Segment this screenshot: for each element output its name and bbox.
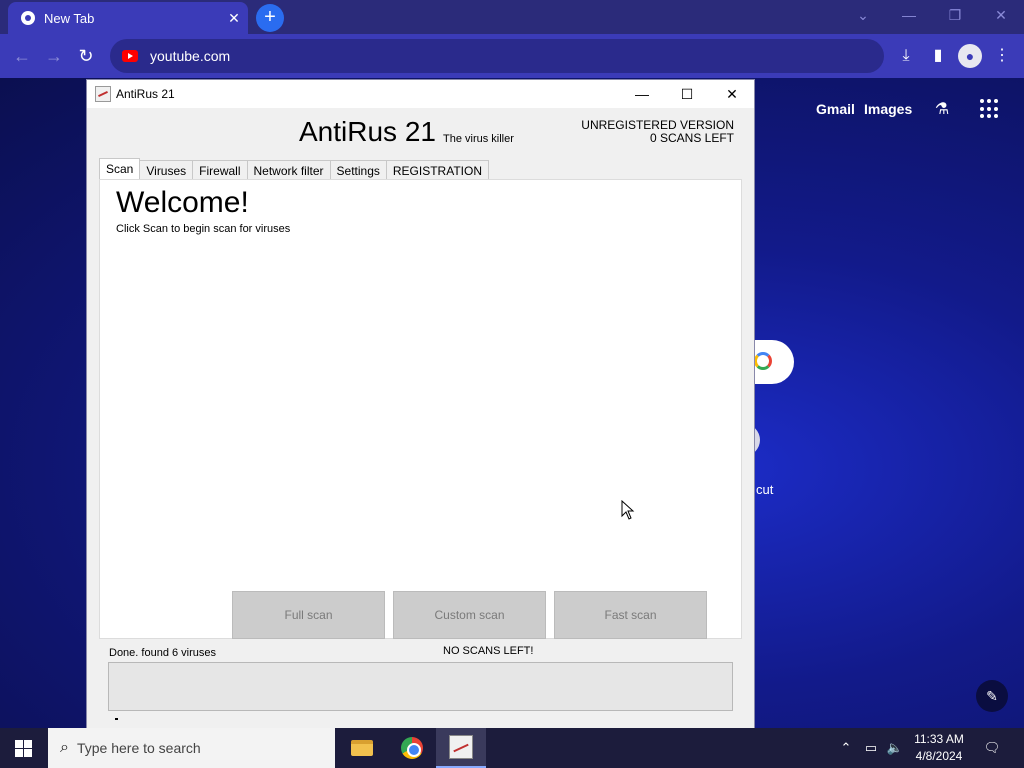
- app-tab-strip: Scan Viruses Firewall Network filter Set…: [99, 158, 489, 180]
- clock-date: 4/8/2024: [915, 749, 963, 763]
- antirus-window-title: AntiRus 21: [116, 87, 175, 101]
- tab-scan[interactable]: Scan: [99, 158, 141, 179]
- taskbar-search-placeholder: Type here to search: [76, 740, 201, 756]
- taskbar: ⌕ Type here to search ⌃ ▭ 🔈 11:33 AM 4/8…: [0, 728, 1024, 768]
- antirus-titlebar: AntiRus 21 — ☐ ✕: [87, 80, 754, 108]
- custom-scan-button[interactable]: Custom scan: [393, 591, 546, 639]
- forward-arrow-icon[interactable]: →: [42, 44, 66, 68]
- scan-result-status: Done. found 6 viruses: [109, 647, 217, 659]
- menu-kebab-icon[interactable]: ⋮: [990, 44, 1014, 68]
- labs-flask-icon[interactable]: ⚗: [932, 99, 952, 119]
- browser-toolbar: ← → ↻ youtube.com ⤓ ▮ ● ⋮: [0, 34, 1024, 78]
- browser-minimize-button[interactable]: —: [886, 0, 932, 30]
- gmail-link[interactable]: Gmail: [816, 101, 855, 117]
- images-link[interactable]: Images: [864, 101, 912, 117]
- chrome-icon: [401, 737, 423, 759]
- customize-pencil-icon[interactable]: ✎: [976, 680, 1008, 712]
- tab-title: New Tab: [44, 10, 95, 26]
- registration-status: UNREGISTERED VERSION 0 SCANS LEFT: [581, 119, 734, 145]
- taskbar-antirus[interactable]: [436, 728, 486, 768]
- address-bar-url: youtube.com: [150, 48, 231, 64]
- tab-network-filter[interactable]: Network filter: [246, 160, 331, 179]
- tab-search-icon[interactable]: ⌄: [840, 0, 886, 30]
- tab-close-icon[interactable]: ✕: [224, 10, 244, 27]
- taskbar-clock[interactable]: 11:33 AM 4/8/2024: [906, 731, 972, 765]
- taskbar-chrome[interactable]: [387, 728, 437, 768]
- reload-icon[interactable]: ↻: [74, 44, 98, 68]
- file-explorer-icon: [351, 740, 373, 756]
- tray-chevron-up-icon[interactable]: ⌃: [836, 728, 856, 768]
- clock-time: 11:33 AM: [914, 732, 964, 746]
- fast-scan-button[interactable]: Fast scan: [554, 591, 707, 639]
- tab-viruses[interactable]: Viruses: [139, 160, 194, 179]
- google-lens-icon[interactable]: [754, 352, 772, 370]
- windows-start-icon[interactable]: [0, 728, 48, 768]
- no-scans-warning: NO SCANS LEFT!: [443, 645, 534, 657]
- notification-icon[interactable]: 🗨: [980, 728, 1004, 768]
- youtube-icon: [122, 50, 138, 62]
- welcome-heading: Welcome!: [116, 186, 249, 219]
- tab-registration[interactable]: REGISTRATION: [385, 160, 489, 179]
- antirus-app-icon: [95, 86, 111, 102]
- browser-close-button[interactable]: ✕: [978, 0, 1024, 30]
- download-icon[interactable]: ⤓: [894, 44, 918, 68]
- antirus-window: AntiRus 21 — ☐ ✕ AntiRus 21 The virus ki…: [86, 79, 755, 729]
- scans-left-label: 0 SCANS LEFT: [649, 131, 734, 145]
- antirus-close-button[interactable]: ✕: [709, 80, 755, 108]
- volume-muted-icon[interactable]: 🔈: [884, 728, 906, 768]
- mouse-cursor-icon: [621, 500, 635, 520]
- side-panel-icon[interactable]: ▮: [926, 44, 950, 68]
- antirus-icon: [449, 735, 473, 759]
- app-brand-title: AntiRus 21: [299, 116, 436, 147]
- shortcut-label: cut: [756, 482, 774, 497]
- status-dot: [115, 718, 118, 720]
- address-bar[interactable]: youtube.com: [110, 39, 884, 73]
- app-tagline: The virus killer: [443, 133, 514, 145]
- network-icon[interactable]: ▭: [860, 728, 882, 768]
- antirus-maximize-button[interactable]: ☐: [664, 80, 710, 108]
- browser-title-bar: New Tab ✕ + ⌄ — ❐ ✕: [0, 0, 1024, 34]
- welcome-subtext: Click Scan to begin scan for viruses: [116, 223, 291, 235]
- tab-firewall[interactable]: Firewall: [192, 160, 248, 179]
- antirus-minimize-button[interactable]: —: [619, 80, 665, 108]
- full-scan-button[interactable]: Full scan: [232, 591, 385, 639]
- profile-avatar-icon[interactable]: ●: [958, 44, 982, 68]
- taskbar-file-explorer[interactable]: [337, 728, 387, 768]
- browser-tab[interactable]: New Tab ✕: [8, 2, 248, 34]
- new-tab-button[interactable]: +: [256, 4, 284, 32]
- browser-restore-button[interactable]: ❐: [932, 0, 978, 30]
- scan-log-box: [108, 662, 733, 711]
- chrome-favicon-icon: [20, 10, 36, 26]
- taskbar-search-box[interactable]: ⌕ Type here to search: [48, 728, 335, 768]
- apps-grid-icon[interactable]: [980, 99, 1000, 119]
- back-arrow-icon[interactable]: ←: [10, 44, 34, 68]
- tab-settings[interactable]: Settings: [329, 160, 387, 179]
- scan-tab-panel: Welcome! Click Scan to begin scan for vi…: [99, 179, 742, 639]
- search-icon: ⌕: [60, 739, 69, 756]
